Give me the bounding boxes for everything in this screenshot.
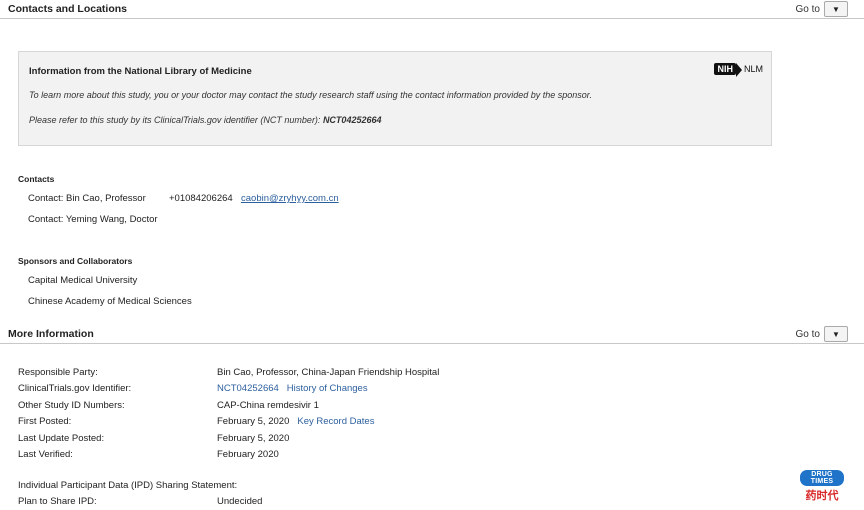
row-value: CAP-China remdesivir 1 (217, 400, 319, 411)
contacts-heading: Contacts (18, 174, 55, 184)
nct-identifier-link[interactable]: NCT04252664 (217, 383, 279, 394)
watermark-top: DRUG TIMES (800, 470, 844, 486)
goto-dropdown-button[interactable]: ▼ (824, 1, 848, 17)
row-label: Plan to Share IPD: (18, 496, 97, 507)
nlm-info-title: Information from the National Library of… (29, 66, 252, 77)
contact-1-email-link[interactable]: caobin@zryhyy.com.cn (241, 193, 339, 204)
goto-label: Go to (795, 3, 820, 15)
goto-dropdown-button-2[interactable]: ▼ (824, 326, 848, 342)
row-value: NCT04252664 History of Changes (217, 383, 376, 394)
sponsors-heading: Sponsors and Collaborators (18, 256, 133, 266)
history-of-changes-link[interactable]: History of Changes (287, 383, 368, 394)
row-label: First Posted: (18, 416, 72, 427)
sponsor-1: Capital Medical University (28, 275, 138, 286)
row-label: Responsible Party: (18, 367, 98, 378)
goto-control-2[interactable]: Go to ▼ (796, 326, 848, 342)
contact-1-name: Contact: Bin Cao, Professor (28, 193, 146, 204)
row-label: Other Study ID Numbers: (18, 400, 125, 411)
caret-down-icon: ▼ (832, 329, 840, 339)
goto-label-2: Go to (795, 328, 820, 340)
first-posted-date: February 5, 2020 (217, 416, 290, 427)
goto-control[interactable]: Go to ▼ (796, 1, 848, 17)
row-value: February 2020 (217, 449, 279, 460)
nct-number: NCT04252664 (322, 115, 382, 125)
more-information-header: More Information Go to ▼ (0, 325, 864, 344)
row-value: Undecided (217, 496, 263, 507)
section-title-more-info: More Information (8, 328, 94, 340)
sponsor-2: Chinese Academy of Medical Sciences (28, 296, 192, 307)
contacts-locations-header: Contacts and Locations Go to ▼ (0, 0, 864, 19)
nlm-info-box: Information from the National Library of… (18, 51, 772, 146)
nlm-logo-text: NLM (743, 64, 763, 74)
watermark-bottom: 药时代 (805, 489, 839, 502)
row-label: ClinicalTrials.gov Identifier: (18, 383, 132, 394)
nlm-info-line-1: To learn more about this study, you or y… (29, 90, 592, 100)
section-title-contacts: Contacts and Locations (8, 3, 128, 15)
nlm-info-line-2: Please refer to this study by its Clinic… (29, 115, 381, 125)
contact-1-phone: +01084206264 (169, 193, 233, 204)
contact-2-name: Contact: Yeming Wang, Doctor (28, 214, 158, 225)
row-label: Last Verified: (18, 449, 73, 460)
drug-times-watermark: DRUG TIMES 药时代 (800, 470, 844, 503)
row-label: Last Update Posted: (18, 433, 105, 444)
caret-down-icon: ▼ (832, 4, 840, 14)
key-record-dates-link[interactable]: Key Record Dates (297, 416, 374, 427)
row-value: February 5, 2020 (217, 433, 290, 444)
nlm-info-line-2-prefix: Please refer to this study by its Clinic… (29, 115, 323, 125)
nih-logo-badge: NIH (714, 63, 742, 77)
row-value: Bin Cao, Professor, China-Japan Friendsh… (217, 367, 440, 378)
nih-nlm-logo: NIH NLM (714, 63, 763, 77)
row-value: February 5, 2020 Key Record Dates (217, 416, 382, 427)
